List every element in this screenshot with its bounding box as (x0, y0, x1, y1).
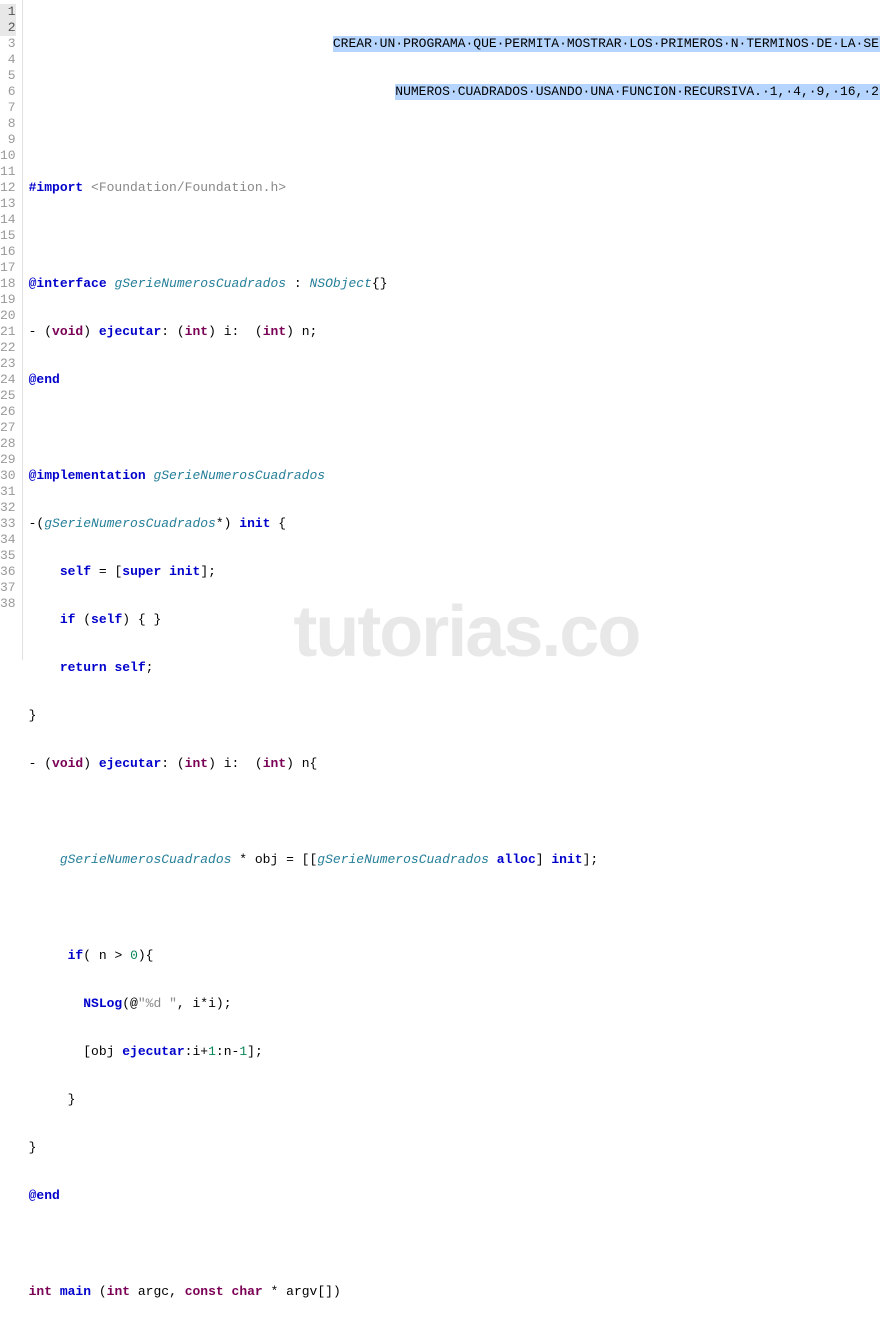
selected-text: CREAR·UN·PROGRAMA·QUE·PERMITA·MOSTRAR·LO… (333, 36, 880, 52)
line-number: 23 (0, 356, 16, 372)
line-number: 11 (0, 164, 16, 180)
code-line: if( n > 0){ (29, 948, 880, 964)
code-line: } (29, 1092, 880, 1108)
line-number: 13 (0, 196, 16, 212)
code-line: } (29, 1140, 880, 1156)
line-number: 18 (0, 276, 16, 292)
line-number: 12 (0, 180, 16, 196)
line-number: 19 (0, 292, 16, 308)
code-line: -(gSerieNumerosCuadrados*) init { (29, 516, 880, 532)
code-editor[interactable]: 1234567891011121314151617181920212223242… (0, 0, 880, 660)
code-line: return self; (29, 660, 880, 676)
line-number: 29 (0, 452, 16, 468)
code-line: NSLog(@"%d ", i*i); (29, 996, 880, 1012)
line-number: 17 (0, 260, 16, 276)
code-line: @interface gSerieNumerosCuadrados : NSOb… (29, 276, 880, 292)
code-line (29, 804, 880, 820)
line-number: 38 (0, 596, 16, 612)
code-line: NUMEROS·CUADRADOS·USANDO·UNA·FUNCION·REC… (29, 84, 880, 100)
line-number: 25 (0, 388, 16, 404)
code-line (29, 132, 880, 148)
line-number: 15 (0, 228, 16, 244)
line-number: 24 (0, 372, 16, 388)
selected-text: NUMEROS·CUADRADOS·USANDO·UNA·FUNCION·REC… (395, 84, 880, 100)
line-number: 35 (0, 548, 16, 564)
line-number: 32 (0, 500, 16, 516)
code-line: if (self) { } (29, 612, 880, 628)
line-number-gutter: 1234567891011121314151617181920212223242… (0, 0, 23, 660)
line-number: 27 (0, 420, 16, 436)
line-number: 9 (0, 132, 16, 148)
code-line: int main (int argc, const char * argv[]) (29, 1284, 880, 1300)
code-line (29, 228, 880, 244)
line-number: 33 (0, 516, 16, 532)
line-number: 2 (0, 20, 16, 36)
line-number: 31 (0, 484, 16, 500)
code-line (29, 1236, 880, 1252)
line-number: 28 (0, 436, 16, 452)
line-number: 34 (0, 532, 16, 548)
code-line: gSerieNumerosCuadrados * obj = [[gSerieN… (29, 852, 880, 868)
code-line (29, 420, 880, 436)
code-line: } (29, 708, 880, 724)
line-number: 21 (0, 324, 16, 340)
code-line: @end (29, 372, 880, 388)
line-number: 30 (0, 468, 16, 484)
line-number: 6 (0, 84, 16, 100)
code-line: #import <Foundation/Foundation.h> (29, 180, 880, 196)
line-number: 7 (0, 100, 16, 116)
line-number: 10 (0, 148, 16, 164)
line-number: 20 (0, 308, 16, 324)
code-line: [obj ejecutar:i+1:n-1]; (29, 1044, 880, 1060)
code-line: @implementation gSerieNumerosCuadrados (29, 468, 880, 484)
line-number: 16 (0, 244, 16, 260)
code-line: @end (29, 1188, 880, 1204)
line-number: 14 (0, 212, 16, 228)
line-number: 36 (0, 564, 16, 580)
code-line: - (void) ejecutar: (int) i: (int) n{ (29, 756, 880, 772)
line-number: 5 (0, 68, 16, 84)
code-line: - (void) ejecutar: (int) i: (int) n; (29, 324, 880, 340)
code-line (29, 900, 880, 916)
line-number: 1 (0, 4, 16, 20)
line-number: 22 (0, 340, 16, 356)
line-number: 8 (0, 116, 16, 132)
code-line: self = [super init]; (29, 564, 880, 580)
line-number: 3 (0, 36, 16, 52)
code-area[interactable]: CREAR·UN·PROGRAMA·QUE·PERMITA·MOSTRAR·LO… (23, 0, 880, 660)
line-number: 4 (0, 52, 16, 68)
line-number: 26 (0, 404, 16, 420)
line-number: 37 (0, 580, 16, 596)
code-line: CREAR·UN·PROGRAMA·QUE·PERMITA·MOSTRAR·LO… (29, 36, 880, 52)
